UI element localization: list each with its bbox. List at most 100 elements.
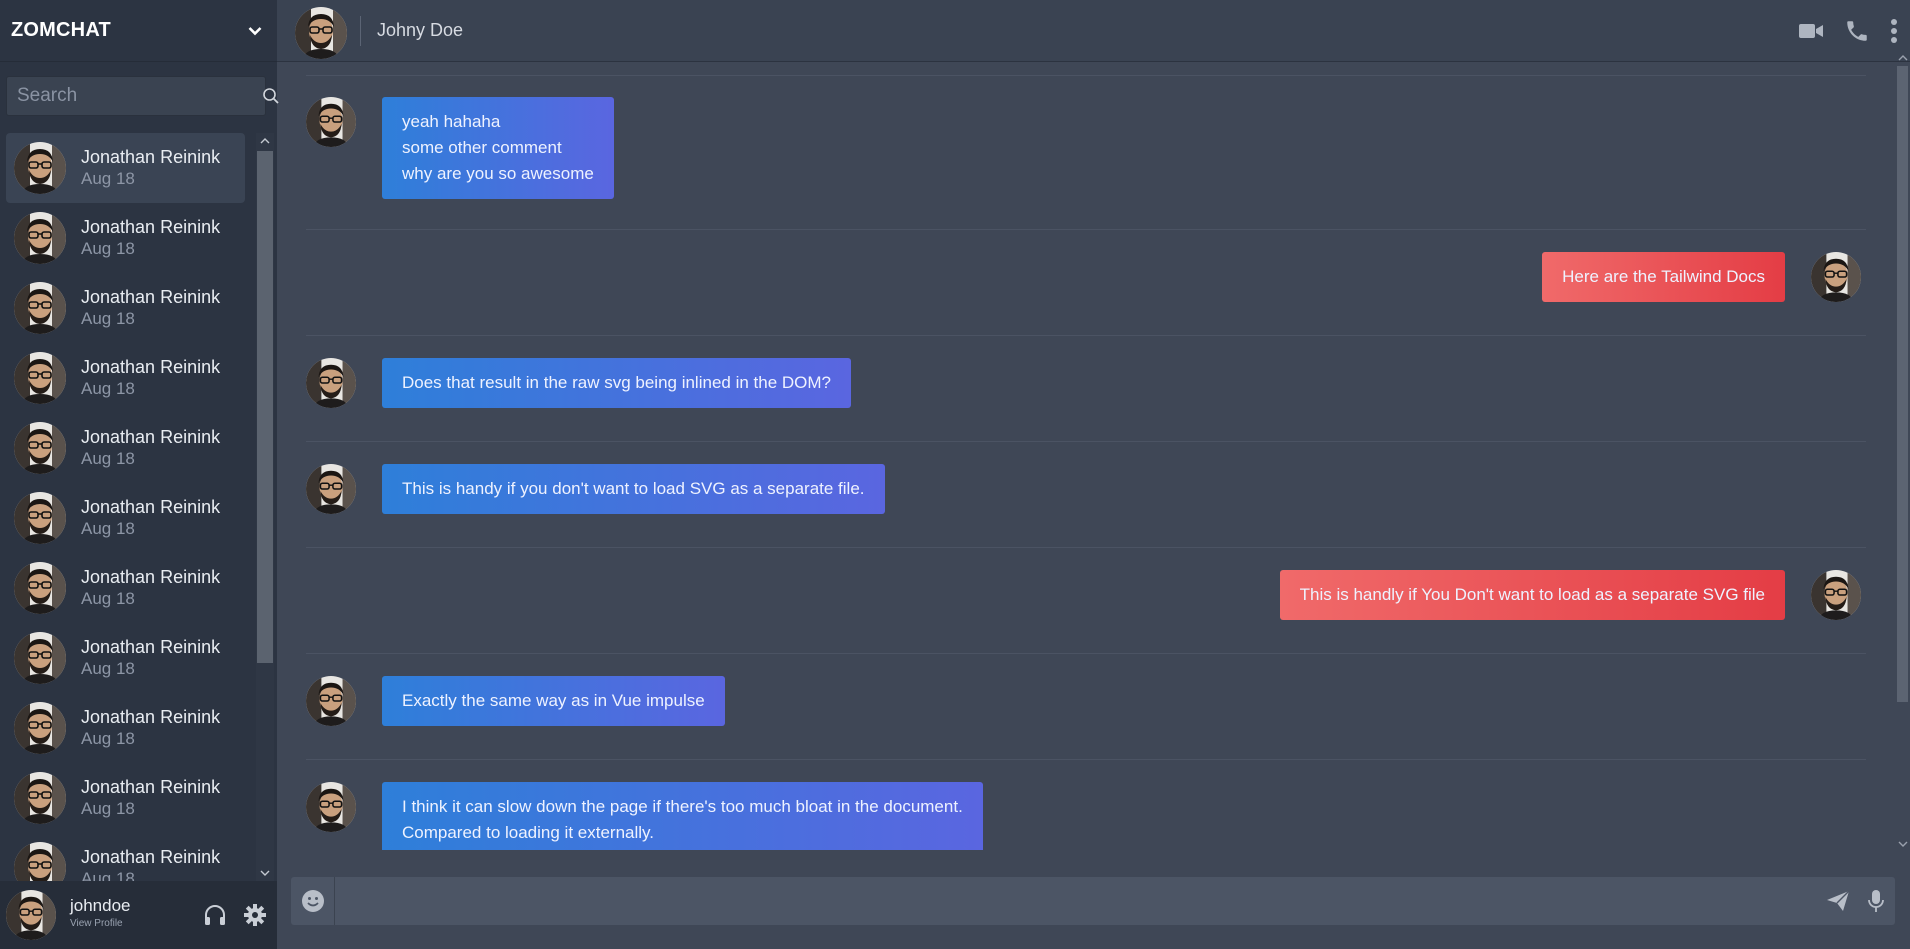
avatar[interactable]: [14, 282, 66, 334]
contact-item[interactable]: Jonathan Reinink Aug 18: [6, 413, 245, 483]
avatar[interactable]: [306, 782, 356, 832]
avatar[interactable]: [306, 97, 356, 147]
contact-item[interactable]: Jonathan Reinink Aug 18: [6, 693, 245, 763]
avatar[interactable]: [14, 142, 66, 194]
message-input[interactable]: [335, 877, 1819, 925]
phone-icon[interactable]: [1844, 17, 1870, 45]
contact-date: Aug 18: [81, 659, 135, 678]
message-divider: [306, 759, 1866, 760]
contact-name: Jonathan Reinink: [81, 217, 221, 237]
contact-date: Aug 18: [81, 519, 135, 538]
contact-item[interactable]: Jonathan Reinink Aug 18: [6, 133, 245, 203]
contact-item[interactable]: Jonathan Reinink Aug 18: [6, 833, 245, 881]
received-message: Does that result in the raw svg being in…: [306, 358, 852, 408]
contact-item[interactable]: Jonathan Reinink Aug 18: [6, 203, 245, 273]
contact-item[interactable]: Jonathan Reinink Aug 18: [6, 623, 245, 693]
contact-item[interactable]: Jonathan Reinink Aug 18: [6, 483, 245, 553]
message-text: This is handly if You Don't want to load…: [1299, 585, 1765, 604]
message-bubble[interactable]: This is handy if you don't want to load …: [382, 464, 885, 514]
avatar[interactable]: [14, 562, 66, 614]
contact-name: Jonathan Reinink: [81, 497, 221, 517]
contact-item[interactable]: Jonathan Reinink Aug 18: [6, 553, 245, 623]
scroll-up-arrow-icon[interactable]: [256, 133, 274, 149]
contact-name: Jonathan Reinink: [81, 567, 221, 587]
contact-name: Jonathan Reinink: [81, 637, 221, 657]
message-bubble[interactable]: I think it can slow down the page if the…: [382, 782, 983, 850]
message-divider: [306, 547, 1866, 548]
avatar[interactable]: [306, 464, 356, 514]
message-bubble[interactable]: Exactly the same way as in Vue impulse: [382, 676, 725, 726]
username: johndoe: [70, 896, 131, 915]
sent-message: Here are the Tailwind Docs: [1542, 252, 1861, 302]
brand-bar: ZOMCHAT: [0, 0, 277, 62]
message-bubble[interactable]: Here are the Tailwind Docs: [1542, 252, 1785, 302]
scroll-down-arrow-icon[interactable]: [256, 865, 274, 881]
message-bubble[interactable]: yeah hahaha some other comment why are you…: [382, 97, 614, 199]
message-list[interactable]: yeah hahaha some other comment why are you…: [290, 62, 1895, 850]
chat-title: Johny Doe: [377, 20, 464, 40]
contact-date: Aug 18: [81, 239, 135, 258]
emoji-icon[interactable]: [291, 877, 335, 925]
contact-date: Aug 18: [81, 589, 135, 608]
message-text: This is handy if you don't want to load …: [402, 479, 865, 498]
contact-name: Jonathan Reinink: [81, 707, 221, 727]
message-divider: [306, 229, 1866, 230]
message-composer: [291, 877, 1895, 925]
message-divider: [306, 335, 1866, 336]
avatar[interactable]: [14, 702, 66, 754]
message-divider: [306, 441, 1866, 442]
scroll-up-arrow-icon[interactable]: [1895, 52, 1910, 64]
contact-item[interactable]: Jonathan Reinink Aug 18: [6, 343, 245, 413]
contact-item[interactable]: Jonathan Reinink Aug 18: [6, 273, 245, 343]
message-bubble[interactable]: This is handly if You Don't want to load…: [1279, 570, 1785, 620]
headphones-icon[interactable]: [203, 903, 227, 927]
contact-name: Jonathan Reinink: [81, 847, 221, 867]
message-divider: [306, 75, 1866, 76]
messages-scrollbar[interactable]: [1895, 55, 1910, 850]
gear-icon[interactable]: [243, 903, 267, 927]
message-text: why are you so awesome: [402, 164, 594, 183]
search-input[interactable]: [7, 77, 262, 115]
microphone-icon[interactable]: [1857, 877, 1895, 925]
chat-header: Johny Doe: [277, 0, 1910, 62]
send-icon[interactable]: [1819, 877, 1857, 925]
avatar[interactable]: [14, 842, 66, 881]
avatar[interactable]: [14, 352, 66, 404]
received-message: I think it can slow down the page if the…: [306, 782, 983, 850]
avatar[interactable]: [295, 7, 347, 59]
message-bubble[interactable]: Does that result in the raw svg being in…: [382, 358, 852, 408]
scrollbar-thumb[interactable]: [257, 151, 273, 663]
avatar[interactable]: [14, 632, 66, 684]
contact-date: Aug 18: [81, 799, 135, 818]
contact-name: Jonathan Reinink: [81, 777, 221, 797]
received-message: Exactly the same way as in Vue impulse: [306, 676, 725, 726]
avatar[interactable]: [1811, 252, 1861, 302]
scrollbar-thumb[interactable]: [1897, 66, 1908, 702]
avatar[interactable]: [14, 492, 66, 544]
header-divider: [360, 16, 361, 46]
received-message: This is handy if you don't want to load …: [306, 464, 885, 514]
chevron-down-icon[interactable]: [247, 23, 263, 39]
video-camera-icon[interactable]: [1798, 17, 1824, 45]
avatar[interactable]: [14, 212, 66, 264]
avatar[interactable]: [6, 890, 56, 940]
scroll-down-arrow-icon[interactable]: [1895, 838, 1910, 850]
avatar[interactable]: [306, 676, 356, 726]
avatar[interactable]: [306, 358, 356, 408]
brand-name: ZOMCHAT: [11, 19, 111, 41]
more-vertical-icon[interactable]: [1890, 17, 1898, 45]
contact-name: Jonathan Reinink: [81, 147, 221, 167]
contact-item[interactable]: Jonathan Reinink Aug 18: [6, 763, 245, 833]
message-text: Here are the Tailwind Docs: [1562, 267, 1765, 286]
search-icon[interactable]: [262, 87, 280, 105]
avatar[interactable]: [14, 772, 66, 824]
message-text: I think it can slow down the page if the…: [402, 797, 963, 816]
avatar[interactable]: [14, 422, 66, 474]
sidebar-scrollbar[interactable]: [256, 133, 274, 881]
avatar[interactable]: [1811, 570, 1861, 620]
sidebar: ZOMCHAT Jonathan Reinink Aug 18 Jonathan R…: [0, 0, 280, 949]
message-text: Exactly the same way as in Vue impulse: [402, 691, 705, 710]
sent-message: This is handly if You Don't want to load…: [1279, 570, 1861, 620]
message-text: Compared to loading it externally.: [402, 823, 654, 842]
view-profile-link[interactable]: View Profile: [70, 915, 131, 933]
